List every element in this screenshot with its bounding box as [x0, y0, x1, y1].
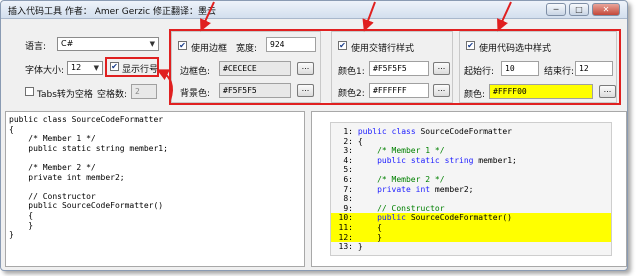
language-value: C# [61, 39, 74, 48]
source-line [9, 182, 304, 192]
line-code: { [377, 222, 382, 232]
preview-line: 12: } [331, 232, 611, 243]
line-code: /* Member 2 */ [357, 174, 445, 184]
preview-line: 13: } [331, 242, 611, 252]
source-line: /* Member 1 */ [9, 134, 96, 144]
source-line: public static string member1; [9, 143, 168, 153]
line-number: 11: [338, 222, 353, 232]
preview-line: 5: [331, 165, 611, 175]
source-line [9, 153, 304, 163]
preview-line: 10: public SourceCodeFormatter() [331, 213, 611, 223]
line-code: public SourceCodeFormatter() [377, 213, 512, 223]
line-code: } [357, 242, 363, 252]
preview-frame: 1: public class SourceCodeFormatter 2: {3… [330, 122, 612, 256]
preview-line: 7: private int member2; [331, 185, 611, 195]
line-number: 8: [343, 194, 353, 204]
source-line: { [9, 124, 14, 134]
line-number: 5: [343, 165, 353, 175]
line-number: 12: [338, 232, 353, 242]
line-number: 1: [343, 127, 353, 136]
source-code-pane[interactable]: public class SourceCodeFormatter{ /* Mem… [5, 111, 305, 267]
preview-pane[interactable]: 1: public class SourceCodeFormatter 2: {3… [311, 111, 627, 267]
language-select[interactable]: C# ▼ [57, 37, 159, 51]
preview-line: 3: /* Member 1 */ [331, 146, 611, 156]
show-line-numbers-label: 显示行号 [122, 65, 159, 75]
title-bar[interactable]: 插入代码工具 作者： Amer Gerzic 修正翻译：墨云 ─ □ ✕ [1, 1, 627, 19]
source-line: /* Member 2 */ [9, 162, 96, 172]
preview-code: 1: public class SourceCodeFormatter 2: {3… [331, 123, 611, 252]
space-count-input[interactable]: 2 [131, 84, 157, 99]
source-line: { [9, 210, 34, 220]
font-size-label: 字体大小: [25, 66, 65, 76]
minimize-button[interactable]: ─ [546, 3, 566, 16]
line-number: 9: [343, 203, 353, 213]
source-line: public class SourceCodeFormatter [9, 115, 164, 124]
preview-line: 2: { [331, 137, 611, 147]
app-window: 插入代码工具 作者： Amer Gerzic 修正翻译：墨云 ─ □ ✕ 语言:… [0, 0, 628, 271]
preview-line: 4: public static string member1; [331, 156, 611, 166]
preview-line: 1: public class SourceCodeFormatter [331, 127, 611, 137]
font-size-select[interactable]: 12 ▼ [67, 61, 103, 75]
line-code: public class SourceCodeFormatter [357, 127, 512, 136]
line-number: 4: [343, 155, 353, 165]
chevron-down-icon: ▼ [93, 64, 99, 72]
line-number: 13: [338, 242, 353, 252]
maximize-button[interactable]: □ [569, 3, 589, 16]
line-number: 6: [343, 174, 353, 184]
close-button[interactable]: ✕ [592, 3, 620, 16]
source-code-text[interactable]: public class SourceCodeFormatter{ /* Mem… [6, 112, 304, 240]
chevron-down-icon: ▼ [149, 40, 155, 48]
show-line-numbers-checkbox[interactable]: ✔ [110, 62, 119, 71]
source-line: private int member2; [9, 172, 125, 182]
line-code: public static string member1; [377, 155, 517, 165]
preview-line: 11: { [331, 222, 611, 233]
language-label: 语言: [25, 42, 47, 52]
window-title: 插入代码工具 作者： Amer Gerzic 修正翻译：墨云 [8, 7, 216, 17]
preview-line: 8: [331, 194, 611, 204]
line-code: { [357, 136, 363, 146]
font-size-value: 12 [71, 63, 82, 72]
source-line: } [9, 230, 14, 240]
line-number: 3: [343, 146, 353, 156]
tabs-to-spaces-label: Tabs转为空格 [37, 90, 93, 100]
line-code: } [377, 232, 382, 242]
line-number: 10: [338, 213, 353, 223]
preview-line: 6: /* Member 2 */ [331, 175, 611, 185]
source-line: public SourceCodeFormatter() [9, 201, 164, 211]
line-code: private int member2; [377, 184, 474, 194]
preview-line: 9: // Constructor [331, 204, 611, 214]
line-number: 7: [343, 184, 353, 194]
options-highlight-box [169, 29, 621, 105]
line-code: /* Member 1 */ [357, 146, 445, 156]
space-count-label: 空格数: [97, 90, 128, 100]
source-line: } [9, 220, 34, 230]
tabs-to-spaces-checkbox[interactable] [25, 87, 34, 96]
source-line: // Constructor [9, 191, 96, 201]
line-code: // Constructor [357, 203, 445, 213]
line-number: 2: [343, 136, 353, 146]
